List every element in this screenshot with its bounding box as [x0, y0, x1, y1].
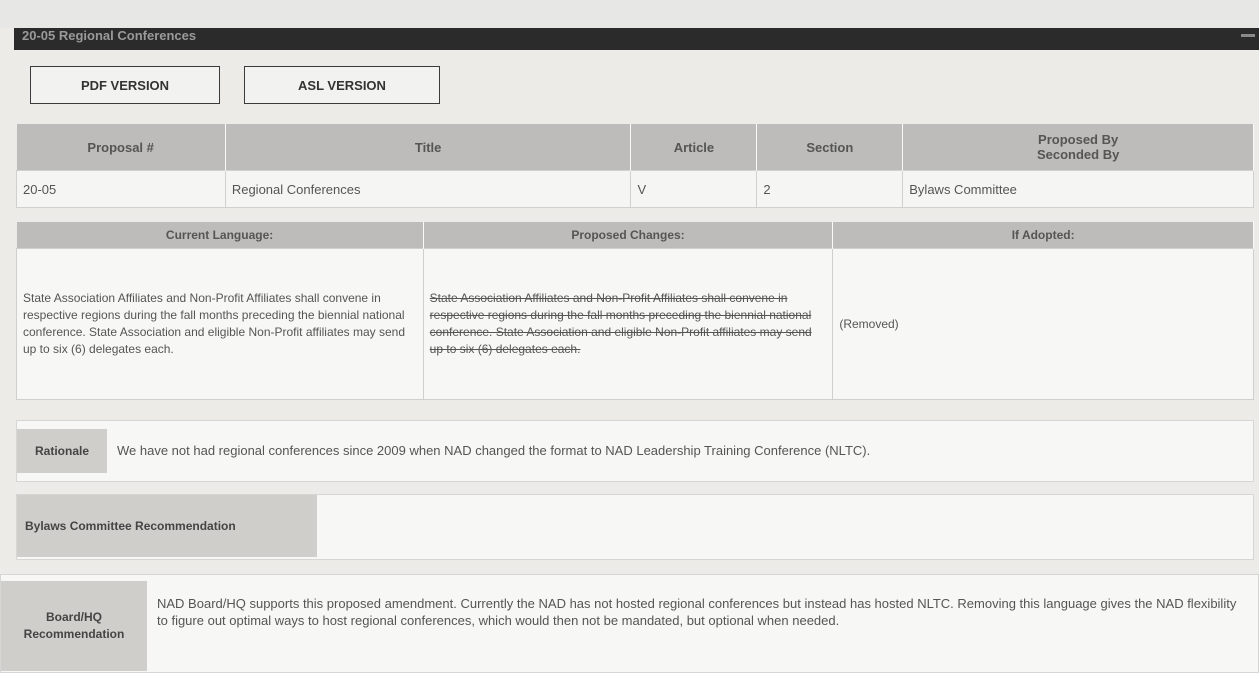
minimize-icon[interactable] — [1241, 34, 1255, 37]
cell-title: Regional Conferences — [224, 170, 632, 208]
table-row: 20-05 Regional Conferences V 2 Bylaws Co… — [16, 170, 1254, 208]
board-label-line1: Board/HQ — [45, 610, 102, 624]
language-row: State Association Affiliates and Non-Pro… — [16, 248, 1254, 400]
col-header-article: Article — [630, 124, 758, 171]
col-header-if-adopted: If Adopted: — [832, 222, 1254, 249]
col-header-proposed-seconded: Proposed By Seconded By — [902, 124, 1254, 171]
col-header-proposed-changes: Proposed Changes: — [423, 222, 834, 249]
col-header-section: Section — [756, 124, 904, 171]
proposal-table: Proposal # Title Article Section Propose… — [16, 124, 1254, 208]
cell-proposed-by: Bylaws Committee — [902, 170, 1254, 208]
bylaws-recommendation-row: Bylaws Committee Recommendation — [16, 494, 1254, 560]
bylaws-recommendation-label: Bylaws Committee Recommendation — [17, 495, 317, 557]
rationale-text: We have not had regional conferences sin… — [117, 443, 871, 458]
page-title: 20-05 Regional Conferences — [22, 28, 197, 43]
top-strip — [0, 0, 1259, 28]
proposed-by-label: Proposed By — [1038, 132, 1119, 147]
asl-version-button[interactable]: ASL VERSION — [244, 66, 440, 104]
table-header-row: Proposal # Title Article Section Propose… — [16, 124, 1254, 171]
board-recommendation-row: Board/HQ Recommendation NAD Board/HQ sup… — [0, 574, 1259, 673]
cell-section: 2 — [756, 170, 904, 208]
current-language-text: State Association Affiliates and Non-Pro… — [16, 248, 424, 400]
board-recommendation-text: NAD Board/HQ supports this proposed amen… — [157, 596, 1237, 628]
board-label-line2: Recommendation — [23, 627, 125, 641]
proposed-changes-text: State Association Affiliates and Non-Pro… — [422, 248, 834, 400]
language-header-row: Current Language: Proposed Changes: If A… — [16, 222, 1254, 249]
if-adopted-text: (Removed) — [832, 248, 1254, 400]
language-table: Current Language: Proposed Changes: If A… — [16, 222, 1254, 400]
pdf-version-button[interactable]: PDF VERSION — [30, 66, 220, 104]
col-header-proposal: Proposal # — [16, 124, 226, 171]
section-title-bar: 20-05 Regional Conferences — [14, 28, 1259, 50]
rationale-row: Rationale We have not had regional confe… — [16, 420, 1254, 482]
cell-article: V — [630, 170, 758, 208]
rationale-label: Rationale — [17, 429, 107, 473]
board-recommendation-label: Board/HQ Recommendation — [1, 581, 147, 671]
col-header-title: Title — [225, 124, 632, 171]
seconded-by-label: Seconded By — [1036, 147, 1120, 162]
cell-proposal-number: 20-05 — [16, 170, 226, 208]
col-header-current-language: Current Language: — [16, 222, 424, 249]
